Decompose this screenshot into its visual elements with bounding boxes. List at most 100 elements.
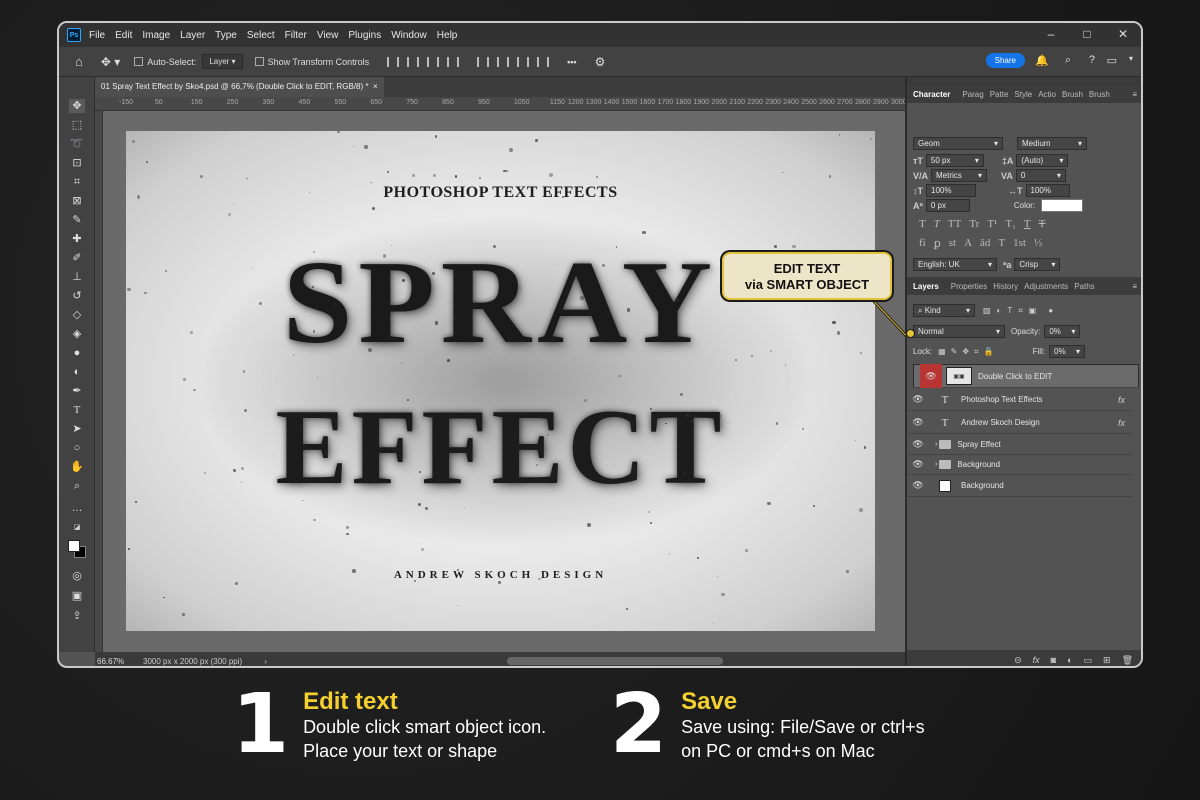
- healing-tool-icon[interactable]: ✚: [69, 232, 85, 246]
- move-tool-icon[interactable]: ✥: [69, 99, 85, 113]
- paint-bucket-tool-icon[interactable]: ◈: [69, 327, 85, 341]
- ordinals-button[interactable]: 1st: [1013, 237, 1026, 250]
- auto-select-dropdown[interactable]: Layer ▾: [202, 54, 243, 69]
- swash-button[interactable]: A: [964, 237, 972, 250]
- antialias-select[interactable]: Crisp ▾: [1014, 258, 1061, 271]
- faux-italic-button[interactable]: T: [934, 218, 940, 230]
- blur-tool-icon[interactable]: ●: [69, 346, 85, 360]
- settings-gear-icon[interactable]: ⚙: [595, 55, 606, 69]
- status-arrow-icon[interactable]: ›: [264, 657, 267, 666]
- panel-collapse-bar[interactable]: [907, 77, 1141, 85]
- workspace-chevron-icon[interactable]: ▾: [1129, 54, 1133, 63]
- new-layer-icon[interactable]: ⊞: [1103, 655, 1111, 666]
- add-style-icon[interactable]: fx: [1033, 655, 1040, 665]
- layers-menu-icon[interactable]: ≡: [1132, 282, 1137, 291]
- zoom-level[interactable]: 66.67%: [95, 657, 143, 666]
- workspace-icon[interactable]: ▭: [1107, 54, 1117, 67]
- tab-patterns[interactable]: Patte: [990, 90, 1009, 99]
- strikethrough-button[interactable]: T: [1039, 218, 1046, 230]
- maximize-button[interactable]: □: [1069, 23, 1105, 47]
- path-select-tool-icon[interactable]: ➤: [69, 422, 85, 436]
- group-chevron-icon[interactable]: ›: [935, 441, 937, 448]
- menu-window[interactable]: Window: [391, 30, 427, 41]
- share-button[interactable]: Share: [985, 53, 1025, 68]
- menu-plugins[interactable]: Plugins: [348, 30, 381, 41]
- vertical-scale-input[interactable]: 100%: [926, 184, 976, 197]
- home-icon[interactable]: ⌂: [75, 54, 83, 69]
- smart-object-thumbnail[interactable]: ▣▣: [946, 367, 972, 385]
- auto-select-checkbox[interactable]: Auto-Select:: [134, 57, 196, 67]
- pen-tool-icon[interactable]: ✒: [69, 384, 85, 398]
- minimize-button[interactable]: –: [1033, 23, 1069, 47]
- document-tab[interactable]: 01 Spray Text Effect by Sko4.psd @ 66,7%…: [95, 77, 384, 97]
- menu-edit[interactable]: Edit: [115, 30, 132, 41]
- history-brush-tool-icon[interactable]: ↺: [69, 289, 85, 303]
- layer-filter-icons[interactable]: ▨◐T⌗▣: [983, 306, 1042, 316]
- kerning-select[interactable]: Metrics ▾: [931, 169, 988, 182]
- opacity-input[interactable]: 0% ▾: [1044, 325, 1081, 338]
- delete-layer-icon[interactable]: 🗑: [1122, 655, 1133, 666]
- group-chevron-icon[interactable]: ›: [935, 461, 937, 468]
- small-caps-button[interactable]: Tr: [969, 218, 979, 230]
- leading-input[interactable]: (Auto) ▾: [1016, 154, 1069, 167]
- tab-actions[interactable]: Actio: [1038, 90, 1056, 99]
- tab-character[interactable]: Character: [913, 90, 950, 99]
- more-options-button[interactable]: •••: [567, 57, 576, 67]
- font-family-select[interactable]: Geom ▾: [913, 137, 1003, 150]
- lock-icons[interactable]: ▦✎✥⌗🔒: [938, 347, 998, 357]
- eraser-tool-icon[interactable]: ◇: [69, 308, 85, 322]
- move-tool-icon[interactable]: ✥ ▾: [101, 55, 120, 69]
- foreground-color-swatch[interactable]: [68, 540, 80, 552]
- blend-mode-select[interactable]: Normal ▾: [913, 325, 1005, 338]
- distribute-icon[interactable]: [447, 56, 460, 67]
- eye-icon[interactable]: 👁: [907, 394, 929, 405]
- tab-paths[interactable]: Paths: [1074, 282, 1094, 291]
- titling-alternates-button[interactable]: T: [998, 237, 1005, 250]
- subscript-button[interactable]: T₁: [1005, 218, 1016, 230]
- font-size-input[interactable]: 50 px ▾: [925, 154, 984, 167]
- crop-tool-icon[interactable]: ⌗: [69, 175, 85, 189]
- contextual-alternates-button[interactable]: ād: [980, 237, 990, 250]
- layer-row-group[interactable]: 👁 › Spray Effect: [907, 435, 1133, 455]
- horizontal-scrollbar[interactable]: [507, 657, 723, 665]
- share-tool-icon[interactable]: ⇪: [69, 609, 85, 623]
- menu-image[interactable]: Image: [142, 30, 170, 41]
- layer-row-fill[interactable]: 👁 Background: [907, 475, 1133, 497]
- fill-input[interactable]: 0% ▾: [1049, 345, 1086, 358]
- all-caps-button[interactable]: TT: [948, 218, 961, 230]
- menu-layer[interactable]: Layer: [180, 30, 205, 41]
- hand-tool-icon[interactable]: ✋: [69, 460, 85, 474]
- new-group-icon[interactable]: ▭: [1084, 655, 1093, 666]
- panel-menu-icon[interactable]: ≡: [1132, 90, 1137, 99]
- type-tool-icon[interactable]: T: [69, 403, 85, 417]
- notifications-bell-icon[interactable]: 🔔: [1035, 54, 1049, 67]
- layer-row-text[interactable]: 👁 T Andrew Skoch Design fx: [907, 412, 1133, 434]
- tab-styles[interactable]: Style: [1014, 90, 1032, 99]
- language-select[interactable]: English: UK ▾: [913, 258, 997, 271]
- fractions-button[interactable]: ½: [1034, 237, 1042, 250]
- fx-icon[interactable]: fx: [1118, 418, 1125, 428]
- tab-brush-settings[interactable]: Brush: [1089, 90, 1110, 99]
- tab-adjustments[interactable]: Adjustments: [1024, 282, 1068, 291]
- tracking-input[interactable]: 0 ▾: [1015, 169, 1066, 182]
- tab-properties[interactable]: Properties: [951, 282, 987, 291]
- align-right-icon[interactable]: [427, 56, 440, 67]
- tab-history[interactable]: History: [993, 282, 1018, 291]
- ellipse-tool-icon[interactable]: ○: [69, 441, 85, 455]
- align-bottom-icon[interactable]: [517, 56, 530, 67]
- white-fill-thumbnail[interactable]: [939, 479, 951, 492]
- menu-type[interactable]: Type: [215, 30, 237, 41]
- tab-layers[interactable]: Layers: [913, 282, 939, 291]
- link-layers-icon[interactable]: ⊝: [1014, 655, 1022, 666]
- layer-row-text[interactable]: 👁 T Photoshop Text Effects fx: [907, 389, 1133, 411]
- menu-help[interactable]: Help: [437, 30, 458, 41]
- faux-bold-button[interactable]: T: [919, 218, 926, 230]
- show-transform-checkbox[interactable]: Show Transform Controls: [254, 57, 369, 67]
- layer-row-smart-object[interactable]: 👁 ▣▣ Double Click to EDIT: [913, 364, 1139, 388]
- zoom-tool-icon[interactable]: ⌕: [69, 479, 85, 493]
- ligatures-button[interactable]: fi: [919, 237, 926, 250]
- default-colors-icon[interactable]: ◪: [69, 521, 85, 535]
- eye-icon[interactable]: 👁: [907, 459, 929, 470]
- horizontal-scale-input[interactable]: 100%: [1025, 184, 1070, 197]
- menu-select[interactable]: Select: [247, 30, 275, 41]
